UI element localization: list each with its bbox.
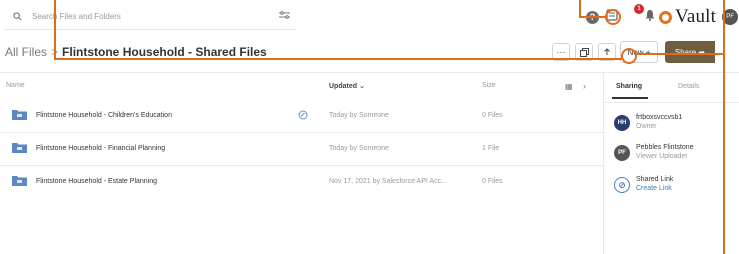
brand-logo: Vault PF (659, 6, 739, 28)
chevron-right-icon[interactable]: › (583, 81, 586, 91)
sharing-panel: Sharing Details HH frtboxsvccvsb1 Owner … (603, 73, 739, 254)
annotation-line (54, 58, 623, 60)
annotation-ring (605, 9, 621, 25)
annotation-ring (621, 48, 637, 64)
annotation-line (637, 53, 725, 55)
notification-badge: 1 (634, 4, 644, 14)
grid-view-icon[interactable]: ▦ (565, 82, 573, 91)
share-button[interactable]: Share ➦ (665, 41, 715, 63)
row-size: 1 File (482, 145, 500, 152)
tab-details[interactable]: Details (678, 83, 699, 90)
avatar: HH (614, 115, 630, 131)
panel-tabs: Sharing Details (604, 73, 739, 103)
column-name[interactable]: Name (6, 82, 25, 89)
top-bar: Search Files and Folders ? 1 Vault PF (0, 0, 739, 36)
shared-link-entry: ⊘ Shared Link Create Link (614, 175, 673, 193)
row-name[interactable]: Flintstone Household - Financial Plannin… (36, 145, 165, 152)
collaborator-entry: HH frtboxsvccvsb1 Owner (614, 113, 682, 131)
breadcrumb: All Files > Flintstone Household - Share… (5, 45, 267, 59)
folder-icon (12, 176, 27, 186)
filter-sliders-icon[interactable] (279, 11, 290, 22)
tab-sharing[interactable]: Sharing (611, 83, 649, 99)
collaborator-name: Pebbles Flintstone (636, 144, 694, 151)
shared-link-title: Shared Link (636, 176, 674, 183)
create-link-button[interactable]: Create Link (636, 184, 673, 193)
brand-name: Vault (675, 6, 717, 27)
sync-status-icon (298, 110, 308, 120)
collaborator-role: Owner (636, 123, 657, 130)
column-size[interactable]: Size (482, 82, 496, 89)
row-updated: Today by Someone (329, 112, 389, 119)
table-row[interactable]: Flintstone Household - Children's Educat… (0, 100, 605, 133)
page-title: Flintstone Household - Shared Files (62, 45, 267, 59)
table-row[interactable]: Flintstone Household - Financial Plannin… (0, 133, 605, 166)
table-row[interactable]: Flintstone Household - Estate Planning N… (0, 166, 605, 199)
collaborator-name: frtboxsvccvsb1 (636, 114, 683, 121)
collaborator-role[interactable]: Viewer Uploader (636, 152, 694, 161)
search-bar[interactable]: Search Files and Folders (4, 4, 296, 30)
row-name[interactable]: Flintstone Household - Estate Planning (36, 178, 157, 185)
search-input[interactable]: Search Files and Folders (32, 12, 279, 21)
column-updated[interactable]: Updated ⌄ (329, 82, 365, 90)
bell-icon[interactable] (644, 8, 656, 26)
search-icon (8, 12, 26, 21)
avatar: PF (614, 145, 630, 161)
row-updated: Today by Someone (329, 145, 389, 152)
row-size: 0 Files (482, 178, 503, 185)
file-list: Flintstone Household - Children's Educat… (0, 100, 605, 199)
brand-ring-icon (659, 10, 672, 24)
annotation-line (579, 16, 607, 18)
link-icon: ⊘ (614, 177, 630, 193)
annotation-line (54, 0, 56, 60)
folder-icon (12, 143, 27, 153)
breadcrumb-root[interactable]: All Files (5, 45, 47, 59)
folder-icon (12, 110, 27, 120)
row-name[interactable]: Flintstone Household - Children's Educat… (36, 112, 172, 119)
row-updated: Nov 17, 2021 by Salesforce API Acc... (329, 178, 447, 185)
collaborator-entry: PF Pebbles Flintstone Viewer Uploader (614, 143, 694, 161)
annotation-line (723, 0, 725, 254)
row-size: 0 Files (482, 112, 503, 119)
